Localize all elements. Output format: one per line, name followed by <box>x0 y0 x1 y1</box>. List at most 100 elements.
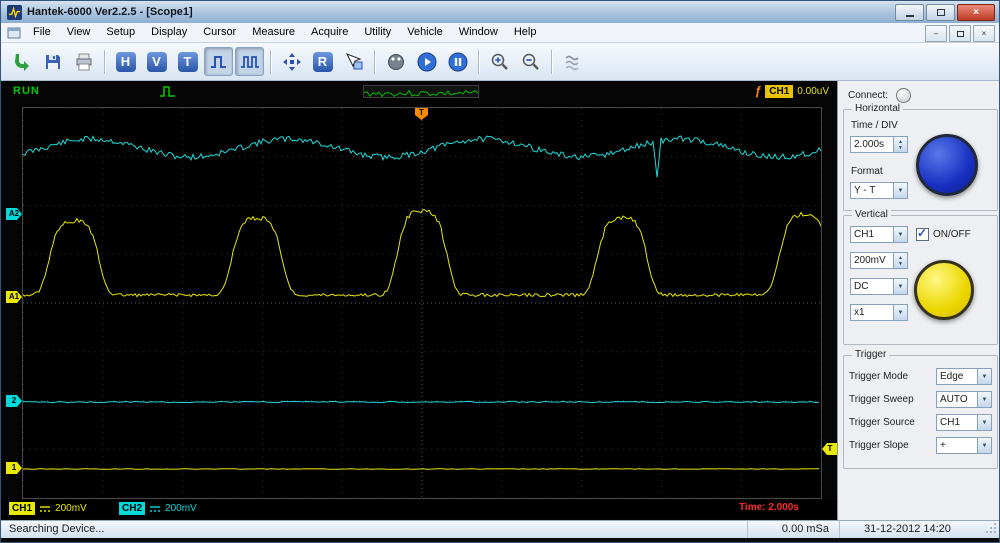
close-button[interactable]: × <box>957 4 995 21</box>
scope-display[interactable]: T <box>22 107 822 499</box>
horizontal-knob[interactable] <box>916 134 978 196</box>
autoscale-button[interactable] <box>277 47 306 76</box>
marker-a2[interactable]: A2 <box>6 208 22 220</box>
marker-a1[interactable]: A1 <box>6 291 22 303</box>
record-button[interactable]: R <box>308 47 337 76</box>
menu-acquire[interactable]: Acquire <box>303 23 356 42</box>
trigger-level-value: 0.00uV <box>797 85 829 97</box>
ch1-badge: CH1 <box>9 502 36 515</box>
mdi-restore-button[interactable] <box>949 25 971 42</box>
vertical-scale-value: 200mV <box>854 255 886 266</box>
waveform-overview-bar[interactable] <box>363 85 479 98</box>
format-select[interactable]: Y - T ▼ <box>850 182 908 199</box>
menu-file[interactable]: File <box>25 23 59 42</box>
combo-value: AUTO <box>940 394 968 405</box>
titlebar[interactable]: Hantek-6000 Ver2.2.5 - [Scope1] × <box>1 1 999 23</box>
zoom-in-button[interactable] <box>485 47 514 76</box>
menu-cursor[interactable]: Cursor <box>195 23 244 42</box>
spinner-arrows-icon[interactable]: ▲ ▼ <box>893 137 907 152</box>
ch2-readout: CH2 200mV <box>119 502 197 515</box>
menu-items: File View Setup Display Cursor Measure Acquire… <box>25 23 544 42</box>
chevron-down-icon[interactable]: ▼ <box>893 305 907 320</box>
chevron-down-icon[interactable]: ▼ <box>977 392 991 407</box>
print-button[interactable] <box>69 47 98 76</box>
channel-strip: CH1 200mV CH2 200mV Time: 2.000s <box>1 500 837 518</box>
mdi-close-button[interactable]: × <box>973 25 995 42</box>
window-title: Hantek-6000 Ver2.2.5 - [Scope1] <box>27 6 193 18</box>
pulse2-icon <box>240 55 259 68</box>
pulse-a-button[interactable] <box>204 47 233 76</box>
vertical-knob[interactable] <box>914 260 974 320</box>
trigger-panel-button[interactable]: T <box>173 47 202 76</box>
save-button[interactable] <box>38 47 67 76</box>
menu-window[interactable]: Window <box>451 23 506 42</box>
connect-row: Connect: <box>848 88 912 103</box>
spinner-arrows-icon[interactable]: ▲ ▼ <box>893 253 907 268</box>
combo-value: Edge <box>940 371 964 382</box>
printer-icon <box>76 53 91 70</box>
trigger-source-select[interactable]: CH1 ▼ <box>936 414 992 431</box>
chevron-down-icon[interactable]: ▼ <box>893 279 907 294</box>
trigger-sweep-select[interactable]: AUTO ▼ <box>936 391 992 408</box>
toolbar-separator <box>270 49 271 74</box>
pause-button[interactable] <box>443 47 472 76</box>
maximize-button[interactable] <box>926 4 955 21</box>
chevron-down-icon[interactable]: ▼ <box>977 369 991 384</box>
trigger-mode-select[interactable]: Edge ▼ <box>936 368 992 385</box>
timediv-select[interactable]: 2.000s ▲ ▼ <box>850 136 908 153</box>
probe-select[interactable]: x1 ▼ <box>850 304 908 321</box>
marker-ch1-ground[interactable]: 1 <box>6 462 22 474</box>
pulse-b-button[interactable] <box>235 47 264 76</box>
trigger-slope-select[interactable]: + ▼ <box>936 437 992 454</box>
onoff-checkbox[interactable]: ✓ <box>916 226 929 241</box>
toolbar: HVT R <box>1 43 999 81</box>
control-panel: Connect: Horizontal Time / DIV 2.000s ▲ ▼… <box>837 81 999 520</box>
connect-button[interactable] <box>7 47 36 76</box>
coupling-select[interactable]: DC ▼ <box>850 278 908 295</box>
start-button[interactable] <box>412 47 441 76</box>
erase-button[interactable] <box>558 47 587 76</box>
zoom-out-button[interactable] <box>516 47 545 76</box>
ch2-scale: 200mV <box>165 503 197 514</box>
trigger-50-button[interactable] <box>381 47 410 76</box>
toolbar-separator <box>478 49 479 74</box>
scope-region: RUN ƒ CH1 0.00uV T A2 A1 2 1 T CH1 200mV <box>1 81 838 520</box>
vertical-channel-select[interactable]: CH1 ▼ <box>850 226 908 243</box>
menu-display[interactable]: Display <box>143 23 195 42</box>
combo-value: CH1 <box>940 417 961 428</box>
timediv-value: 2.000s <box>854 139 885 150</box>
trigger-row-label: Trigger Mode <box>849 371 909 382</box>
trigger-readout: ƒ CH1 0.00uV <box>755 84 829 98</box>
window-controls: × <box>895 4 995 21</box>
trigger-symbol-icon: ƒ <box>754 84 762 98</box>
chevron-down-icon[interactable]: ▼ <box>893 227 907 242</box>
vertical-channel-value: CH1 <box>854 229 875 240</box>
mdi-minimize-button[interactable]: – <box>925 25 947 42</box>
channel-onoff-row: ✓ ON/OFF <box>916 226 971 241</box>
marker-trigger-level[interactable]: T <box>822 443 838 455</box>
time-label: Time: <box>739 502 766 513</box>
menu-setup[interactable]: Setup <box>98 23 143 42</box>
menu-measure[interactable]: Measure <box>244 23 303 42</box>
scope-document-icon[interactable] <box>7 27 21 39</box>
chevron-down-icon[interactable]: ▼ <box>977 438 991 453</box>
chevron-down-icon[interactable]: ▼ <box>893 183 907 198</box>
trigger-row-trigger-sweep: Trigger Sweep AUTO ▼ <box>849 391 992 408</box>
minimize-button[interactable] <box>895 4 924 21</box>
menu-help[interactable]: Help <box>506 23 545 42</box>
horizontal-group: Horizontal Time / DIV 2.000s ▲ ▼ Format Y… <box>843 103 998 211</box>
marker-ch2-ground[interactable]: 2 <box>6 395 22 407</box>
trigger-row-trigger-slope: Trigger Slope + ▼ <box>849 437 992 454</box>
menu-utility[interactable]: Utility <box>356 23 399 42</box>
menu-view[interactable]: View <box>59 23 99 42</box>
resize-grip[interactable] <box>986 522 997 536</box>
trigger-row-label: Trigger Source <box>849 417 915 428</box>
menu-vehicle[interactable]: Vehicle <box>399 23 450 42</box>
cursor-button[interactable] <box>339 47 368 76</box>
chevron-down-icon[interactable]: ▼ <box>977 415 991 430</box>
vertical-panel-button[interactable]: V <box>142 47 171 76</box>
vertical-scale-select[interactable]: 200mV ▲ ▼ <box>850 252 908 269</box>
app-window: Hantek-6000 Ver2.2.5 - [Scope1] × File Vi… <box>0 0 1000 543</box>
horizontal-panel-button[interactable]: H <box>111 47 140 76</box>
expand-icon <box>282 52 301 71</box>
